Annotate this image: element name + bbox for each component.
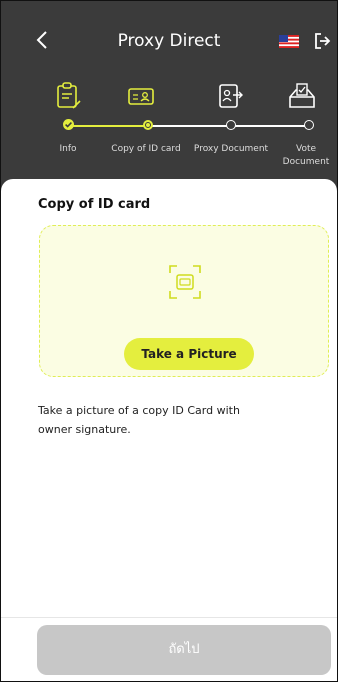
phone-frame: Proxy Direct Info Copy of ID card Proxy … — [0, 0, 338, 682]
id-card-icon — [128, 88, 154, 105]
proxy-document-icon — [219, 84, 243, 108]
progress-line-done — [68, 125, 148, 127]
footer-bar: ถัดไป — [1, 617, 337, 681]
step-label-proxy-document[interactable]: Proxy Document — [193, 143, 269, 156]
step-node-current — [143, 120, 153, 130]
step-label-info[interactable]: Info — [28, 143, 108, 156]
content-sheet: Copy of ID card Take a Picture Take a pi… — [1, 179, 337, 681]
step-label-id-card[interactable]: Copy of ID card — [106, 143, 186, 156]
logout-icon[interactable] — [313, 32, 331, 50]
next-button[interactable]: ถัดไป — [37, 625, 331, 675]
step-node-completed — [63, 119, 74, 130]
take-picture-button[interactable]: Take a Picture — [124, 338, 254, 370]
ballot-box-icon — [289, 83, 315, 108]
clipboard-pen-icon — [57, 82, 81, 109]
header: Proxy Direct Info Copy of ID card Proxy … — [1, 1, 337, 181]
scan-card-icon — [169, 265, 201, 299]
section-title: Copy of ID card — [38, 197, 151, 212]
instruction-text: Take a picture of a copy ID Card with ow… — [38, 404, 240, 436]
check-icon — [65, 122, 72, 128]
step-label-vote-document[interactable]: Vote Document — [274, 143, 337, 169]
step-node-pending — [304, 120, 314, 130]
id-card-upload-area[interactable]: Take a Picture — [39, 225, 329, 377]
step-node-pending — [226, 120, 236, 130]
us-flag-icon[interactable] — [279, 35, 299, 48]
